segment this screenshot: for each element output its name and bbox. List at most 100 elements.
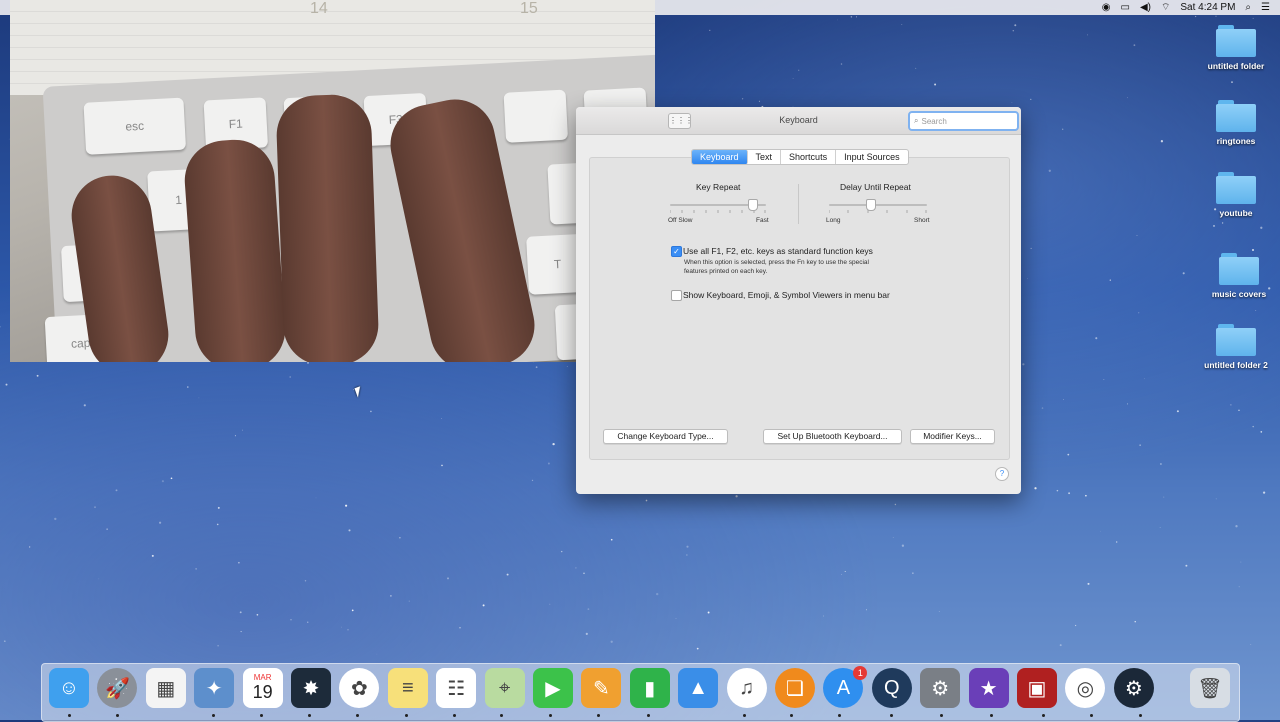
- key-repeat-max-label: Fast: [756, 217, 769, 224]
- itunes-icon[interactable]: ♫: [726, 668, 767, 708]
- folder-icon: [1219, 253, 1259, 285]
- reminders-icon[interactable]: ☷: [436, 668, 477, 708]
- notification-list-icon[interactable]: ☰: [1261, 2, 1270, 13]
- grid-app-icon[interactable]: ▦: [145, 668, 186, 708]
- battlenet-icon[interactable]: ✸: [291, 668, 331, 708]
- photo-booth-icon[interactable]: ▣: [1017, 668, 1057, 708]
- finger: [182, 137, 288, 362]
- running-indicator: [1042, 714, 1045, 717]
- running-indicator: [790, 714, 793, 717]
- function-keys-label[interactable]: Use all F1, F2, etc. keys as standard fu…: [683, 246, 873, 256]
- facetime-icon[interactable]: ▶: [533, 668, 573, 708]
- function-keys-help-line-1: When this option is selected, press the …: [684, 259, 869, 266]
- folder-label: untitled folder: [1207, 61, 1265, 71]
- menubar-clock[interactable]: Sat 4:24 PM: [1180, 2, 1235, 13]
- folder-icon: [1216, 25, 1256, 57]
- spotlight-search-icon[interactable]: ⌕: [1245, 2, 1251, 13]
- show-viewers-checkbox[interactable]: [671, 290, 682, 301]
- search-placeholder: Search: [921, 116, 947, 126]
- tab-text[interactable]: Text: [748, 150, 782, 164]
- webcam-overlay: 14 15 esc F1 F2 F3 1 6 T Y G tab caps lo…: [10, 0, 655, 362]
- preview-icon[interactable]: ✦: [194, 668, 235, 708]
- key-f-row: [503, 89, 569, 143]
- folder-label: music covers: [1211, 289, 1267, 299]
- delay-min-label: Long: [826, 217, 841, 224]
- imovie-icon[interactable]: ★: [968, 668, 1009, 708]
- running-indicator: [1090, 714, 1093, 717]
- wifi-icon[interactable]: ⌔: [1161, 2, 1170, 13]
- running-indicator: [116, 714, 119, 717]
- running-indicator: [940, 714, 943, 717]
- running-indicator: [68, 714, 71, 717]
- desktop-folder[interactable]: music covers: [1194, 253, 1280, 299]
- running-indicator: [890, 714, 893, 717]
- finder-icon[interactable]: ☺: [49, 668, 89, 708]
- delay-max-label: Short: [914, 217, 930, 224]
- key-repeat-label: Key Repeat: [696, 182, 741, 192]
- running-indicator: [453, 714, 456, 717]
- folder-icon: [1216, 324, 1256, 356]
- running-indicator: [405, 714, 408, 717]
- running-indicator: [1139, 714, 1142, 717]
- trash-icon[interactable]: 🗑: [1190, 668, 1230, 708]
- delay-ticks: [829, 210, 927, 213]
- ibooks-icon[interactable]: ❏: [775, 668, 815, 708]
- running-indicator: [838, 714, 841, 717]
- slider-divider: [798, 184, 799, 224]
- preferences-panel: [589, 157, 1010, 460]
- quicktime-icon[interactable]: Q: [871, 668, 912, 708]
- calendar-day: 19: [252, 682, 273, 702]
- key-repeat-min-label: Off Slow: [668, 217, 693, 224]
- desktop-folder[interactable]: ringtones: [1191, 100, 1280, 146]
- calendar-number: 15: [520, 0, 538, 17]
- tab-input-sources[interactable]: Input Sources: [836, 150, 908, 164]
- show-viewers-label[interactable]: Show Keyboard, Emoji, & Symbol Viewers i…: [683, 290, 890, 300]
- running-indicator: [597, 714, 600, 717]
- notes-icon[interactable]: ≡: [387, 668, 428, 708]
- running-indicator: [647, 714, 650, 717]
- keynote-icon[interactable]: ▲: [678, 668, 719, 708]
- steam-icon[interactable]: ⚙: [1113, 668, 1154, 708]
- folder-label: youtube: [1219, 208, 1253, 218]
- running-indicator: [990, 714, 993, 717]
- tab-shortcuts[interactable]: Shortcuts: [781, 150, 837, 164]
- desktop-folder[interactable]: youtube: [1191, 172, 1280, 218]
- folder-label: ringtones: [1216, 136, 1256, 146]
- help-button[interactable]: ?: [995, 467, 1009, 481]
- modifier-keys-button[interactable]: Modifier Keys...: [910, 429, 995, 444]
- function-keys-help-line-2: features printed on each key.: [684, 268, 768, 275]
- folder-icon: [1216, 100, 1256, 132]
- desktop-folder[interactable]: untitled folder 2: [1191, 324, 1280, 370]
- finger: [275, 93, 380, 362]
- running-indicator: [260, 714, 263, 717]
- volume-icon[interactable]: ◀): [1140, 2, 1151, 13]
- system-preferences-icon[interactable]: ⚙: [920, 668, 961, 708]
- running-indicator: [549, 714, 552, 717]
- running-indicator: [743, 714, 746, 717]
- calendar-icon[interactable]: MAR 19: [242, 668, 283, 708]
- delay-until-repeat-label: Delay Until Repeat: [840, 182, 911, 192]
- key-esc: esc: [83, 97, 187, 155]
- numbers-icon[interactable]: ▮: [629, 668, 670, 708]
- calendar-month: MAR: [253, 673, 272, 682]
- maps-icon[interactable]: ⌖: [484, 668, 525, 708]
- change-keyboard-type-button[interactable]: Change Keyboard Type...: [603, 429, 728, 444]
- folder-label: untitled folder 2: [1204, 360, 1268, 370]
- tab-keyboard[interactable]: Keyboard: [692, 150, 748, 164]
- desktop-folder[interactable]: untitled folder: [1191, 25, 1280, 71]
- key-repeat-ticks: [670, 210, 766, 213]
- screen-record-icon[interactable]: ◉: [1102, 2, 1111, 13]
- search-field[interactable]: ⌕ Search: [908, 111, 1019, 131]
- running-indicator: [308, 714, 311, 717]
- running-indicator: [500, 714, 503, 717]
- tab-bar: Keyboard Text Shortcuts Input Sources: [691, 149, 909, 165]
- function-keys-checkbox[interactable]: ✓: [671, 246, 682, 257]
- pages-icon[interactable]: ✎: [581, 668, 622, 708]
- bluetooth-keyboard-button[interactable]: Set Up Bluetooth Keyboard...: [763, 429, 902, 444]
- delay-until-repeat-slider[interactable]: [829, 204, 927, 206]
- running-indicator: [356, 714, 359, 717]
- folder-icon: [1216, 172, 1256, 204]
- window-titlebar[interactable]: ⋮⋮⋮ Keyboard ⌕ Search: [576, 107, 1021, 135]
- running-indicator: [212, 714, 215, 717]
- airplay-icon[interactable]: ▭: [1121, 2, 1130, 13]
